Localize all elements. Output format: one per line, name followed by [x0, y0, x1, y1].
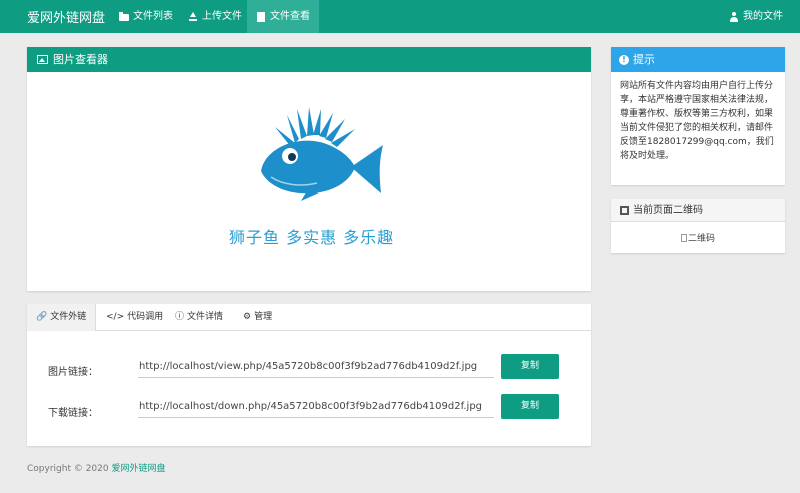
nav-upload-label: 上传文件 — [202, 11, 242, 22]
file-icon — [256, 11, 266, 22]
gear-icon: ⚙ — [243, 312, 252, 322]
qr-alt-text: 二维码 — [687, 234, 715, 244]
copy-image-link-button[interactable]: 复制 — [501, 354, 559, 379]
tab-code-label: 代码调用 — [127, 312, 164, 322]
tab-file-details-label: 文件详情 — [187, 312, 224, 322]
tab-file-details[interactable]: ⓘ 文件详情 — [166, 304, 232, 331]
tip-header: ! 提示 — [611, 47, 785, 72]
copyright-text: Copyright © 2020 — [27, 464, 109, 474]
picture-icon — [37, 55, 48, 64]
download-link-label: 下载链接： — [48, 408, 98, 419]
qr-code-image: 二维码 — [611, 231, 785, 244]
image-link-label: 图片链接： — [48, 367, 98, 378]
nav-my-files[interactable]: 我的文件 — [720, 0, 792, 33]
footer-site-link[interactable]: 爱网外链网盘 — [111, 464, 165, 474]
brand-logo[interactable]: 爱网外链网盘 — [27, 7, 105, 26]
nav-file-view[interactable]: 文件查看 — [247, 0, 319, 33]
tab-file-link-label: 文件外链 — [50, 312, 87, 322]
user-icon — [729, 11, 739, 22]
qrcode-icon — [620, 205, 629, 215]
image-viewer-panel: 图片查看器 狮子鱼 多实惠 多乐趣 — [27, 47, 591, 291]
info-circle-icon: ! — [619, 54, 629, 65]
broken-image-icon — [680, 234, 687, 242]
nav-file-list-label: 文件列表 — [133, 11, 173, 22]
image-link-input[interactable]: http://localhost/view.php/45a5720b8c00f3… — [138, 356, 494, 378]
nav-upload[interactable]: 上传文件 — [179, 0, 251, 33]
qr-header: 当前页面二维码 — [611, 199, 785, 222]
tab-manage-label: 管理 — [254, 312, 273, 322]
copy-download-link-button[interactable]: 复制 — [501, 394, 559, 419]
tip-body-text: 网站所有文件内容均由用户自行上传分享，本站严格遵守国家相关法律法规，尊重著作权、… — [620, 81, 774, 161]
folder-icon — [119, 11, 129, 22]
fish-logo-image — [247, 105, 387, 204]
nav-file-view-label: 文件查看 — [270, 11, 310, 22]
download-link-input[interactable]: http://localhost/down.php/45a5720b8c00f3… — [138, 396, 494, 418]
top-navbar: 爱网外链网盘 文件列表 上传文件 文件查看 我的文件 — [0, 0, 800, 33]
file-links-panel: 🔗 文件外链 </> 代码调用 ⓘ 文件详情 ⚙ 管理 图片链接： http:/… — [27, 304, 591, 446]
nav-file-list[interactable]: 文件列表 — [110, 0, 182, 33]
tip-panel: ! 提示 网站所有文件内容均由用户自行上传分享，本站严格遵守国家相关法律法规，尊… — [611, 47, 785, 185]
tip-title: 提示 — [633, 53, 655, 66]
nav-my-files-label: 我的文件 — [743, 11, 783, 22]
link-icon: 🔗 — [36, 312, 48, 322]
code-icon: </> — [106, 312, 125, 322]
info-icon: ⓘ — [175, 312, 185, 322]
tab-file-link[interactable]: 🔗 文件外链 — [27, 304, 97, 331]
upload-icon — [188, 11, 198, 22]
tab-manage[interactable]: ⚙ 管理 — [234, 304, 281, 331]
qr-code-panel: 当前页面二维码 二维码 — [611, 199, 785, 253]
slogan-text: 狮子鱼 多实惠 多乐趣 — [229, 228, 395, 247]
image-viewer-title: 图片查看器 — [53, 53, 108, 66]
footer: Copyright © 2020 爱网外链网盘 — [27, 461, 166, 474]
tab-code[interactable]: </> 代码调用 — [97, 304, 172, 331]
image-viewer-header: 图片查看器 — [27, 47, 591, 72]
qr-title: 当前页面二维码 — [633, 204, 703, 216]
tab-bar: 🔗 文件外链 </> 代码调用 ⓘ 文件详情 ⚙ 管理 — [27, 304, 591, 331]
